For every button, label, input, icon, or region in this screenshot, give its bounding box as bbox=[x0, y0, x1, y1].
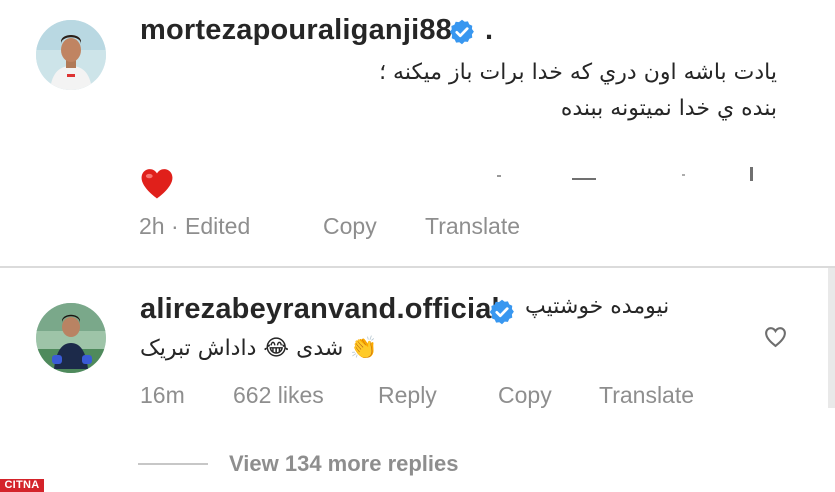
profile-photo bbox=[36, 20, 106, 90]
username-trailing-dot: . bbox=[485, 14, 494, 46]
divider bbox=[0, 266, 835, 268]
watermark-logo: CITNA bbox=[0, 479, 44, 492]
image-noise bbox=[750, 167, 753, 181]
comment-time: 16m bbox=[140, 382, 185, 408]
heart-outline-icon[interactable] bbox=[763, 325, 788, 348]
clapping-emoji-icon: 👏 bbox=[350, 336, 378, 361]
image-noise bbox=[497, 175, 501, 177]
copy-button[interactable]: Copy bbox=[498, 382, 552, 409]
copy-button[interactable]: Copy bbox=[323, 213, 377, 240]
comment-text-line-2: بنده ي خدا نمیتونه ببنده bbox=[560, 96, 777, 121]
image-noise bbox=[682, 174, 685, 176]
image-noise bbox=[572, 178, 596, 180]
verified-badge-icon bbox=[489, 299, 514, 325]
heart-icon[interactable] bbox=[138, 166, 176, 200]
profile-photo bbox=[36, 303, 106, 373]
side-strip bbox=[828, 268, 835, 408]
username[interactable]: mortezapouraliganji88 bbox=[140, 14, 452, 47]
verified-badge-icon bbox=[449, 19, 474, 45]
comment-text-line-2: داداش تبریک 😂 شدی 👏 bbox=[140, 336, 378, 361]
translate-button[interactable]: Translate bbox=[425, 213, 520, 240]
comment-text-inline: نیومده خوشتیپ bbox=[525, 294, 670, 319]
likes-count[interactable]: 662 likes bbox=[233, 382, 324, 409]
comment-time: 2h · Edited bbox=[139, 213, 251, 239]
comment-text-part: داداش تبریک bbox=[140, 336, 257, 361]
view-replies-line bbox=[138, 463, 208, 465]
avatar[interactable] bbox=[36, 303, 106, 373]
avatar[interactable] bbox=[36, 20, 106, 90]
translate-button[interactable]: Translate bbox=[599, 382, 694, 409]
username[interactable]: alirezabeyranvand.official bbox=[140, 293, 500, 326]
reply-button[interactable]: Reply bbox=[378, 382, 437, 409]
comment-text-part: شدی bbox=[296, 336, 344, 361]
comment-text-line-1: یادت باشه اون دري که خدا برات باز میکنه … bbox=[379, 60, 777, 85]
view-more-replies-button[interactable]: View 134 more replies bbox=[229, 451, 459, 477]
laughing-emoji-icon: 😂 bbox=[263, 336, 290, 361]
